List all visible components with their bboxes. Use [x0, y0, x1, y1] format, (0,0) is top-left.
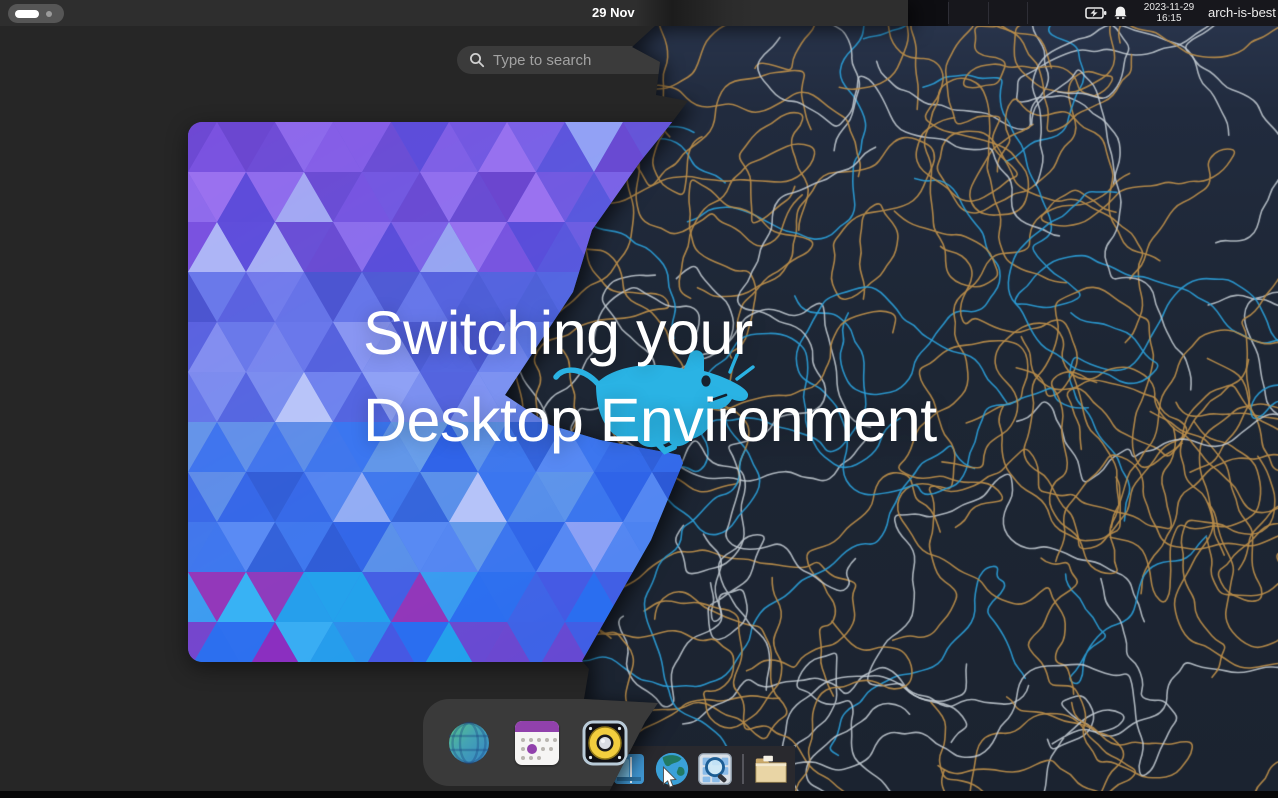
desktop-composite: 2023-11-29 16:15 arch-is-best: [0, 0, 1278, 798]
gnome-dash: [423, 699, 723, 786]
calendar-icon[interactable]: [513, 719, 561, 767]
search-bar[interactable]: [457, 46, 819, 74]
workspace-indicator[interactable]: [8, 4, 64, 23]
calendar-header: [515, 721, 559, 732]
search-input[interactable]: [493, 52, 713, 69]
active-workspace-pill: [15, 10, 39, 18]
search-icon: [469, 52, 485, 68]
hero-line-2: Desktop Environment: [363, 377, 937, 464]
gnome-top-bar: 29 Nov: [0, 0, 908, 26]
inactive-workspace-dot: [46, 11, 52, 17]
web-globe-icon[interactable]: [445, 719, 493, 767]
bottom-black-strip: [0, 791, 1278, 798]
hero-line-1: Switching your: [363, 290, 937, 377]
speaker-icon[interactable]: [581, 719, 629, 767]
tear-shadow-overlay: [636, 0, 756, 26]
top-bar-clock[interactable]: 29 Nov: [592, 0, 635, 26]
hero-title: Switching your Desktop Environment: [363, 290, 937, 464]
calendar-selected-day: [527, 744, 537, 754]
